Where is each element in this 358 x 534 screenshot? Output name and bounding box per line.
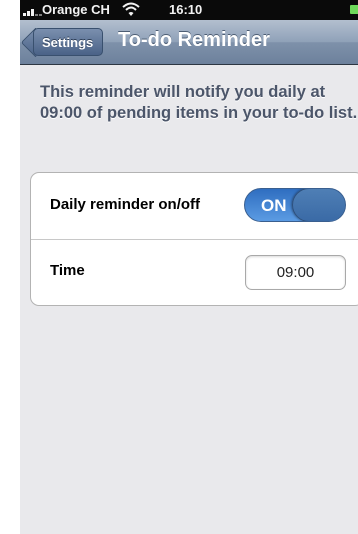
settings-group: Daily reminder on/off ON Time 09:00 — [30, 172, 358, 306]
navigation-bar: Settings To-do Reminder — [20, 20, 358, 65]
battery-icon — [350, 5, 358, 14]
toggle-knob[interactable] — [292, 189, 345, 221]
back-button-label: Settings — [42, 35, 94, 50]
toggle-state-label: ON — [261, 196, 287, 215]
daily-reminder-toggle[interactable]: ON — [244, 188, 346, 222]
time-label: Time — [50, 262, 85, 279]
daily-reminder-row: Daily reminder on/off ON — [31, 173, 358, 240]
phone-screen: Orange CH 16:10 Settings To-do Reminder … — [20, 0, 358, 534]
daily-reminder-label: Daily reminder on/off — [50, 196, 201, 213]
settings-back-button[interactable]: Settings — [33, 28, 104, 56]
page-title: To-do Reminder — [118, 29, 270, 51]
status-bar: Orange CH 16:10 — [20, 0, 358, 20]
time-field[interactable]: 09:00 — [245, 255, 346, 290]
reminder-description: This reminder will notify you daily at 0… — [40, 83, 358, 122]
status-time: 16:10 — [169, 2, 203, 17]
signal-bars-icon — [23, 6, 43, 16]
carrier-name: Orange CH — [42, 2, 110, 17]
wifi-icon — [122, 2, 140, 16]
time-row: Time 09:00 — [31, 240, 358, 305]
